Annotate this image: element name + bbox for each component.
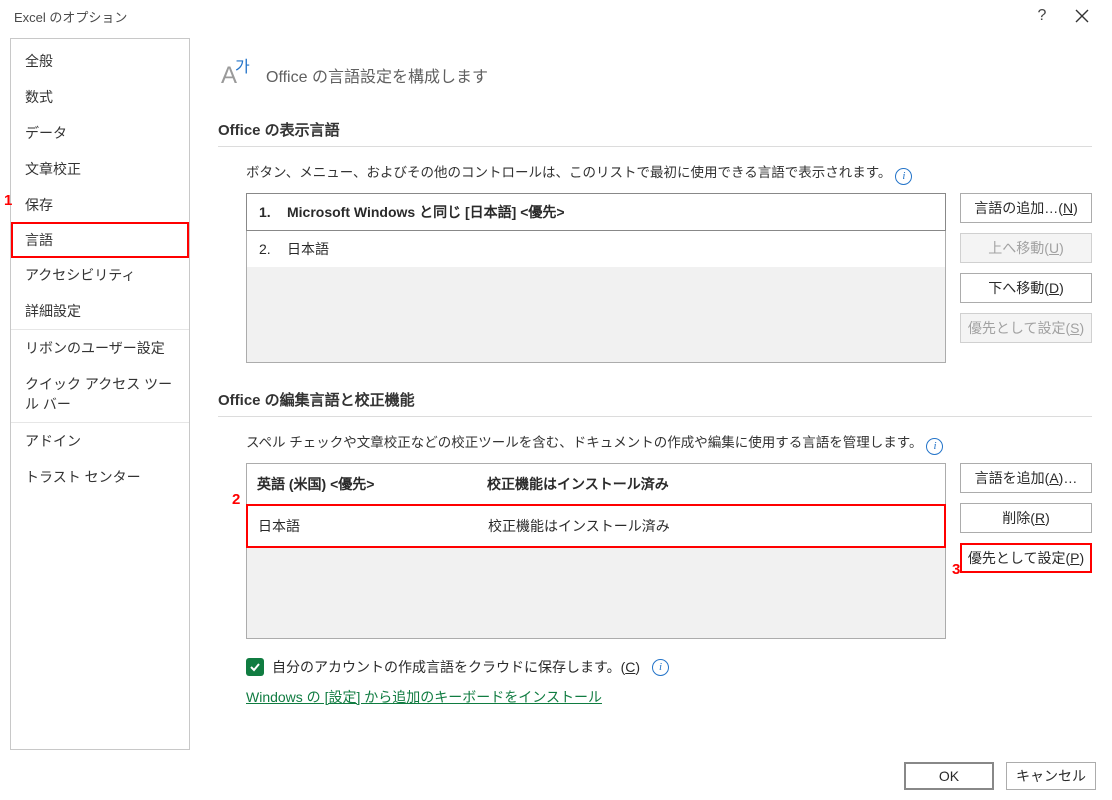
section-display-language-title: Office の表示言語 [218, 119, 1092, 147]
sidebar-item-proofing[interactable]: 文章校正 [11, 151, 189, 187]
cancel-button[interactable]: キャンセル [1006, 762, 1096, 790]
page-heading-text: Office の言語設定を構成します [266, 63, 488, 87]
editing-language-listbox[interactable]: 英語 (米国) <優先> 校正機能はインストール済み 日本語 校正機能はインスト… [246, 463, 946, 639]
sidebar-item-customize-ribbon[interactable]: リボンのユーザー設定 [11, 329, 189, 366]
install-keyboard-link-row: Windows の [設定] から追加のキーボードをインストール [246, 687, 1092, 707]
checkbox-checked-icon[interactable] [246, 658, 264, 676]
main-panel: A 가 Office の言語設定を構成します Office の表示言語 ボタン、… [190, 38, 1102, 750]
dialog-footer: OK キャンセル [904, 762, 1096, 790]
options-sidebar: 全般 数式 データ 文章校正 保存 言語 アクセシビリティ 詳細設定 リボンのユ… [10, 38, 190, 750]
list-item[interactable]: 日本語 校正機能はインストール済み [246, 504, 946, 548]
set-preferred-display-button: 優先として設定(S) [960, 313, 1092, 343]
section-editing-language-title: Office の編集言語と校正機能 [218, 389, 1092, 417]
close-button[interactable] [1062, 0, 1102, 32]
checkbox-label[interactable]: 自分のアカウントの作成言語をクラウドに保存します。(C) [272, 657, 640, 677]
sidebar-item-trust-center[interactable]: トラスト センター [11, 459, 189, 495]
add-display-language-button[interactable]: 言語の追加…(N) [960, 193, 1092, 223]
info-icon[interactable]: i [926, 438, 943, 455]
sidebar-item-general[interactable]: 全般 [11, 43, 189, 79]
list-item-label: Microsoft Windows と同じ [日本語] <優先> [287, 202, 565, 222]
save-authoring-language-checkbox-row: 自分のアカウントの作成言語をクラウドに保存します。(C) i [246, 657, 1092, 677]
display-language-listbox[interactable]: 1. Microsoft Windows と同じ [日本語] <優先> 2. 日… [246, 193, 946, 363]
move-down-button[interactable]: 下へ移動(D) [960, 273, 1092, 303]
svg-text:가: 가 [235, 58, 250, 76]
list-item[interactable]: 1. Microsoft Windows と同じ [日本語] <優先> [246, 193, 946, 231]
sidebar-item-accessibility[interactable]: アクセシビリティ [11, 257, 189, 293]
sidebar-item-language[interactable]: 言語 [11, 222, 189, 258]
list-item-status: 校正機能はインストール済み [488, 516, 670, 536]
language-icon: A 가 [218, 56, 252, 93]
annotation-3: 3 [952, 561, 960, 578]
ok-button[interactable]: OK [904, 762, 994, 790]
editing-language-buttons: 言語を追加(A)… 削除(R) 優先として設定(P) [960, 463, 1092, 573]
help-button[interactable]: ? [1022, 0, 1062, 32]
info-icon[interactable]: i [895, 168, 912, 185]
sidebar-item-addins[interactable]: アドイン [11, 422, 189, 459]
remove-editing-language-button[interactable]: 削除(R) [960, 503, 1092, 533]
list-item[interactable]: 英語 (米国) <優先> 校正機能はインストール済み [247, 464, 945, 505]
install-keyboard-link[interactable]: Windows の [設定] から追加のキーボードをインストール [246, 689, 602, 705]
annotation-2: 2 [232, 491, 240, 508]
set-preferred-editing-button[interactable]: 優先として設定(P) [960, 543, 1092, 573]
sidebar-item-advanced[interactable]: 詳細設定 [11, 293, 189, 329]
add-editing-language-button[interactable]: 言語を追加(A)… [960, 463, 1092, 493]
page-heading: A 가 Office の言語設定を構成します [218, 56, 1092, 93]
move-up-button: 上へ移動(U) [960, 233, 1092, 263]
sidebar-item-data[interactable]: データ [11, 115, 189, 151]
info-icon[interactable]: i [652, 659, 669, 676]
list-item-number: 1. [259, 204, 287, 220]
list-item-number: 2. [259, 241, 287, 257]
list-item[interactable]: 2. 日本語 [247, 231, 945, 267]
list-item-status: 校正機能はインストール済み [487, 474, 669, 494]
sidebar-item-quick-access[interactable]: クイック アクセス ツール バー [11, 366, 189, 422]
annotation-1: 1 [4, 192, 12, 209]
sidebar-item-save[interactable]: 保存 [11, 187, 189, 223]
section-editing-language-desc: スペル チェックや文章校正などの校正ツールを含む、ドキュメントの作成や編集に使用… [246, 431, 1092, 455]
listbox-empty [247, 548, 945, 638]
window-title: Excel のオプション [14, 7, 1022, 26]
list-item-label: 日本語 [287, 239, 329, 259]
display-language-buttons: 言語の追加…(N) 上へ移動(U) 下へ移動(D) 優先として設定(S) [960, 193, 1092, 343]
list-item-name: 日本語 [258, 516, 488, 536]
titlebar: Excel のオプション ? [0, 0, 1112, 32]
listbox-empty [247, 267, 945, 362]
section-display-language-desc: ボタン、メニュー、およびその他のコントロールは、このリストで最初に使用できる言語… [246, 161, 1092, 185]
sidebar-item-formulas[interactable]: 数式 [11, 79, 189, 115]
list-item-name: 英語 (米国) <優先> [257, 474, 487, 494]
